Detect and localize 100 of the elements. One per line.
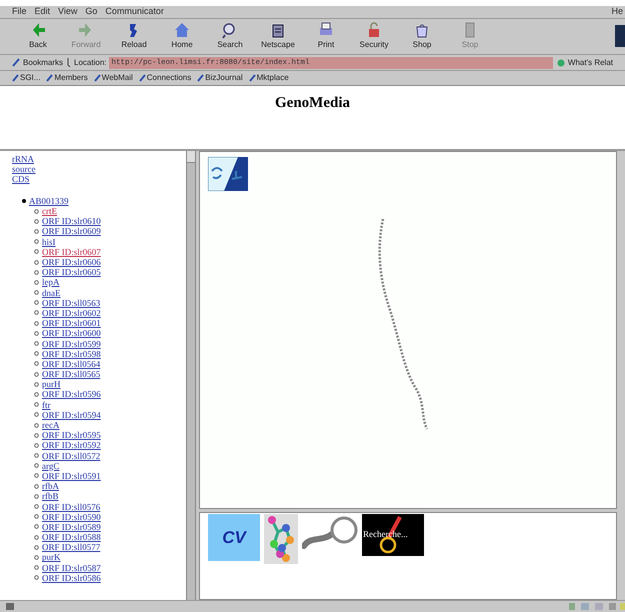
bullet-icon [22, 199, 26, 203]
netscape-button[interactable]: Netscape [256, 21, 300, 52]
tree-link[interactable]: lepA [42, 277, 60, 288]
circle-bullet-icon [34, 565, 39, 570]
sidebar-link[interactable]: source [12, 164, 36, 174]
tree-link[interactable]: ORF ID:slr0592 [42, 440, 101, 450]
circle-bullet-icon [34, 361, 39, 366]
tree-link[interactable]: ORF ID:slr0588 [42, 532, 101, 542]
tree-link[interactable]: ORF ID:slr0598 [42, 348, 101, 359]
bookmarks-button[interactable]: Bookmarks [23, 56, 64, 68]
circle-bullet-icon [34, 290, 39, 296]
circle-bullet-icon [34, 260, 39, 265]
bookmark-link[interactable]: Mktplace [248, 72, 289, 84]
tree-link[interactable]: ORF ID:slr0591 [42, 470, 101, 481]
circle-bullet-icon [34, 453, 39, 458]
circle-bullet-icon [34, 382, 39, 387]
tree-link[interactable]: ORF ID:sll0563 [42, 298, 100, 308]
circle-bullet-icon [34, 514, 39, 520]
molecule-icon[interactable] [264, 514, 298, 564]
circle-bullet-icon [34, 208, 39, 214]
location-icon [66, 58, 72, 67]
bookmark-icon [138, 74, 146, 82]
tree-link[interactable]: rfbB [42, 491, 58, 502]
back-button[interactable]: Back [16, 21, 60, 52]
sidebar-link[interactable]: CDS [12, 174, 30, 184]
bookmark-link[interactable]: SGI... [12, 72, 40, 84]
tree-link[interactable]: argC [42, 460, 60, 471]
tree-link[interactable]: hisI [42, 236, 56, 247]
whats-related-button[interactable]: What's Relat [568, 56, 613, 68]
bookmark-link[interactable]: BizJournal [197, 72, 243, 84]
bookmark-icon [248, 74, 256, 82]
tree-link[interactable]: ORF ID:slr0595 [42, 430, 101, 440]
circle-bullet-icon [34, 544, 39, 550]
menu-item[interactable]: Edit [34, 5, 50, 19]
home-icon [173, 21, 191, 39]
tree-link[interactable]: ORF ID:sll0577 [42, 542, 100, 552]
bookmark-icon [197, 74, 204, 82]
search-button[interactable]: Search [208, 21, 252, 52]
tree-link[interactable]: ORF ID:slr0605 [42, 267, 101, 278]
bookmark-link[interactable]: Members [46, 72, 88, 84]
tree-link[interactable]: ORF ID:slr0602 [42, 308, 101, 318]
tree-link[interactable]: ftr [42, 400, 50, 410]
circle-bullet-icon [34, 270, 39, 275]
tree-link[interactable]: ORF ID:slr0600 [42, 328, 101, 338]
tree-link[interactable]: dnaE [42, 288, 60, 298]
circle-bullet-icon [34, 402, 39, 408]
tree-link[interactable]: ORF ID:slr0586 [42, 572, 101, 583]
shop-button[interactable]: Shop [400, 21, 444, 52]
tree-link[interactable]: AB001339 [29, 196, 69, 206]
menu-item[interactable]: View [58, 5, 78, 19]
tree-link[interactable]: ORF ID:slr0589 [42, 522, 101, 532]
circle-bullet-icon [34, 372, 39, 377]
bookmark-link[interactable]: WebMail [94, 72, 133, 84]
circle-bullet-icon [34, 280, 39, 285]
scrollbar[interactable] [186, 151, 196, 600]
tree-link[interactable]: rfbA [42, 481, 59, 492]
tree-link[interactable]: ORF ID:slr0610 [42, 216, 101, 226]
tree-link[interactable]: ORF ID:slr0590 [42, 512, 101, 522]
circle-bullet-icon [34, 310, 39, 316]
circle-bullet-icon [34, 218, 39, 224]
tree-link[interactable]: ORF ID:sll0565 [42, 369, 100, 380]
menu-item[interactable]: Go [85, 5, 98, 19]
circle-bullet-icon [34, 300, 39, 306]
tree-link[interactable]: ORF ID:slr0606 [42, 257, 101, 268]
circle-bullet-icon [34, 494, 39, 499]
tree-link[interactable]: ORF ID:slr0587 [42, 562, 101, 573]
bookmark-icon [94, 74, 101, 82]
circle-bullet-icon [34, 330, 39, 336]
tree-link[interactable]: ORF ID:slr0594 [42, 410, 101, 420]
cv-button[interactable]: CV [208, 514, 260, 561]
print-button[interactable]: Print [304, 21, 348, 52]
status-icon [6, 603, 14, 610]
page-title: GenoMedia [275, 94, 350, 112]
home-button[interactable]: Home [160, 21, 204, 52]
circle-bullet-icon [34, 412, 39, 418]
tree-link[interactable]: purH [42, 379, 60, 390]
tree-link[interactable]: ORF ID:slr0599 [42, 338, 101, 349]
menu-item[interactable]: File [12, 5, 27, 19]
tree-link[interactable]: ORF ID:sll0564 [42, 358, 100, 369]
tree-link[interactable]: ORF ID:sll0572 [42, 450, 100, 461]
logo-icon [208, 157, 248, 191]
circle-bullet-icon [34, 341, 39, 346]
tree-link[interactable]: ORF ID:sll0576 [42, 502, 100, 512]
tree-link[interactable]: ORF ID:slr0609 [42, 226, 101, 236]
tree-link[interactable]: ORF ID:slr0607 [42, 246, 101, 257]
menu-item[interactable]: He [611, 5, 623, 19]
sidebar-link[interactable]: rRNA [12, 154, 34, 164]
circle-bullet-icon [34, 249, 39, 254]
bookmark-link[interactable]: Connections [138, 72, 192, 84]
circle-bullet-icon [34, 484, 39, 489]
reload-button[interactable]: Reload [112, 21, 156, 52]
menu-item[interactable]: Communicator [105, 5, 164, 19]
tree-link[interactable]: ORF ID:slr0601 [42, 318, 101, 328]
tree-link[interactable]: purK [42, 552, 60, 562]
circle-bullet-icon [34, 575, 39, 580]
tree-link[interactable]: crtE [42, 206, 57, 216]
security-button[interactable]: Security [352, 21, 396, 52]
tree-link[interactable]: ORF ID:slr0596 [42, 389, 101, 400]
tree-link[interactable]: recA [42, 420, 60, 430]
circle-bullet-icon [34, 228, 39, 234]
